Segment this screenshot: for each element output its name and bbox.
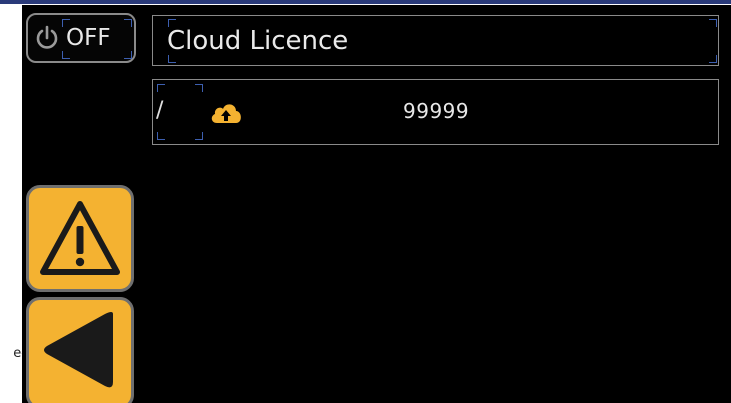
back-arrow-icon (44, 312, 113, 388)
warning-button[interactable] (26, 185, 134, 292)
cloud-upload-icon (211, 104, 241, 123)
power-state-label: OFF (66, 25, 111, 51)
back-button[interactable] (26, 297, 134, 403)
power-toggle-button[interactable]: OFF (26, 13, 136, 63)
device-screen: OFF Cloud Licence / 99999 (22, 5, 731, 403)
row-prefix: / (156, 98, 164, 123)
page-title: Cloud Licence (167, 26, 349, 56)
power-icon (36, 25, 58, 49)
focus-brackets (157, 84, 203, 140)
licence-row[interactable]: / 99999 (152, 79, 719, 145)
title-field: Cloud Licence (152, 15, 719, 66)
top-strip (0, 0, 731, 4)
licence-value: 99999 (403, 99, 470, 123)
warning-icon (40, 201, 120, 275)
